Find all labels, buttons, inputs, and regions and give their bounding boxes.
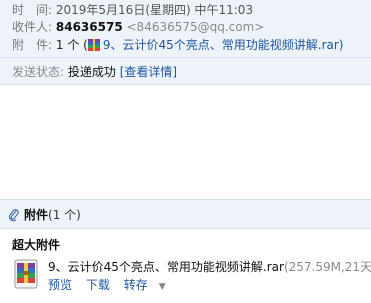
- attachment-file-size: (257.59M,21天: [283, 260, 371, 274]
- super-attachment-label: 超大附件: [12, 238, 61, 252]
- delivery-status-bar: 发送状态: 投递成功 [查看详情]: [0, 58, 371, 85]
- status-value: 投递成功: [67, 65, 116, 79]
- attachment-title: 附件: [24, 208, 49, 222]
- attachment-section: 附件(1 个) 超大附件 9、云计价45个亮点、常用功能视频讲解.rar(257…: [0, 199, 371, 303]
- chevron-down-icon[interactable]: ▼: [159, 282, 166, 292]
- recipient-row: 收件人: 84636575 <84636575@qq.com>: [12, 19, 264, 35]
- winrar-archive-icon[interactable]: [14, 259, 38, 289]
- save-to-disk-label[interactable]: 转存: [124, 278, 148, 292]
- attachment-label: 附 件:: [12, 38, 53, 52]
- view-details-link[interactable]: [查看详情]: [120, 65, 177, 79]
- attachment-file-name: 9、云计价45个亮点、常用功能视频讲解.rar(257.59M,21天: [48, 259, 371, 275]
- attachment-section-header: 附件(1 个): [0, 199, 371, 229]
- attachment-file-link[interactable]: 9、云计价45个亮点、常用功能视频讲解.rar): [103, 38, 344, 52]
- status-label: 发送状态:: [12, 65, 65, 79]
- attachment-section-count: (1 个): [48, 208, 81, 222]
- paperclip-icon: [8, 209, 19, 222]
- save-to-disk-dropdown[interactable]: 转存 ▼: [124, 278, 176, 292]
- attachment-count: 1 个: [55, 38, 80, 52]
- recipient-name[interactable]: 84636575: [56, 20, 123, 34]
- time-label: 时 间:: [12, 3, 53, 17]
- attachment-row: 附 件: 1 个 ( 9、云计价45个亮点、常用功能视频讲解.rar): [12, 37, 343, 53]
- time-value: 2019年5月16日(星期四) 中午11:03: [55, 3, 254, 17]
- attachment-actions: 预览 下载 转存 ▼: [48, 277, 186, 295]
- attachment-section-title: 附件(1 个): [24, 207, 81, 223]
- recipient-label: 收件人:: [12, 20, 53, 34]
- attachment-file-title[interactable]: 9、云计价45个亮点、常用功能视频讲解.rar: [48, 260, 284, 274]
- mail-header: 时 间: 2019年5月16日(星期四) 中午11:03 收件人: 846365…: [0, 0, 371, 58]
- recipient-email[interactable]: <84636575@qq.com>: [127, 20, 265, 34]
- rar-archive-icon: [87, 39, 100, 51]
- preview-link[interactable]: 预览: [48, 278, 72, 292]
- download-link[interactable]: 下载: [86, 278, 110, 292]
- time-row: 时 间: 2019年5月16日(星期四) 中午11:03: [12, 2, 253, 18]
- delivery-status-row: 发送状态: 投递成功 [查看详情]: [12, 64, 177, 80]
